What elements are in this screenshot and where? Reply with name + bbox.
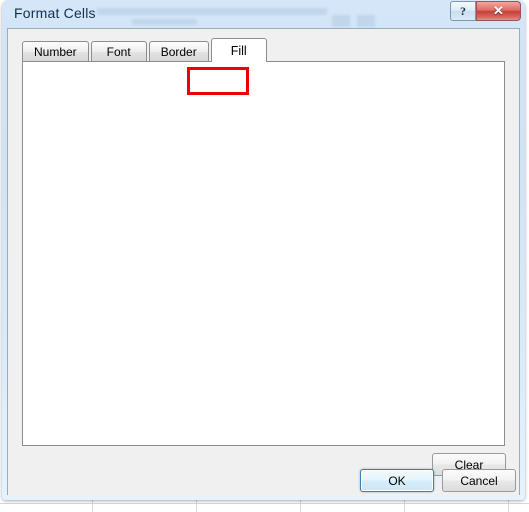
ok-button[interactable]: OK bbox=[360, 469, 434, 492]
cancel-button[interactable]: Cancel bbox=[442, 469, 516, 492]
window-title: Format Cells bbox=[14, 5, 96, 21]
tab-font[interactable]: Font bbox=[90, 41, 147, 62]
tab-border[interactable]: Border bbox=[148, 41, 209, 62]
window-controls: ? ✕ bbox=[450, 1, 521, 21]
background-window-ghost bbox=[97, 8, 327, 15]
background-window-ghost bbox=[132, 19, 197, 25]
dialog-client-area: Number Font Border Fill Background Color… bbox=[8, 29, 519, 495]
close-button[interactable]: ✕ bbox=[476, 1, 521, 21]
backdrop-gridline bbox=[0, 503, 529, 504]
title-bar[interactable]: Format Cells ? ✕ bbox=[2, 0, 525, 28]
tab-number[interactable]: Number bbox=[22, 41, 89, 62]
background-window-ghost bbox=[332, 15, 350, 27]
tab-fill[interactable]: Fill bbox=[210, 38, 267, 62]
background-window-ghost bbox=[357, 15, 375, 27]
help-button[interactable]: ? bbox=[450, 1, 476, 21]
tab-strip: Number Font Border Fill bbox=[22, 38, 505, 62]
format-cells-dialog: Format Cells ? ✕ Number Font Border Fill… bbox=[2, 0, 525, 500]
fill-tab-page bbox=[22, 61, 505, 446]
